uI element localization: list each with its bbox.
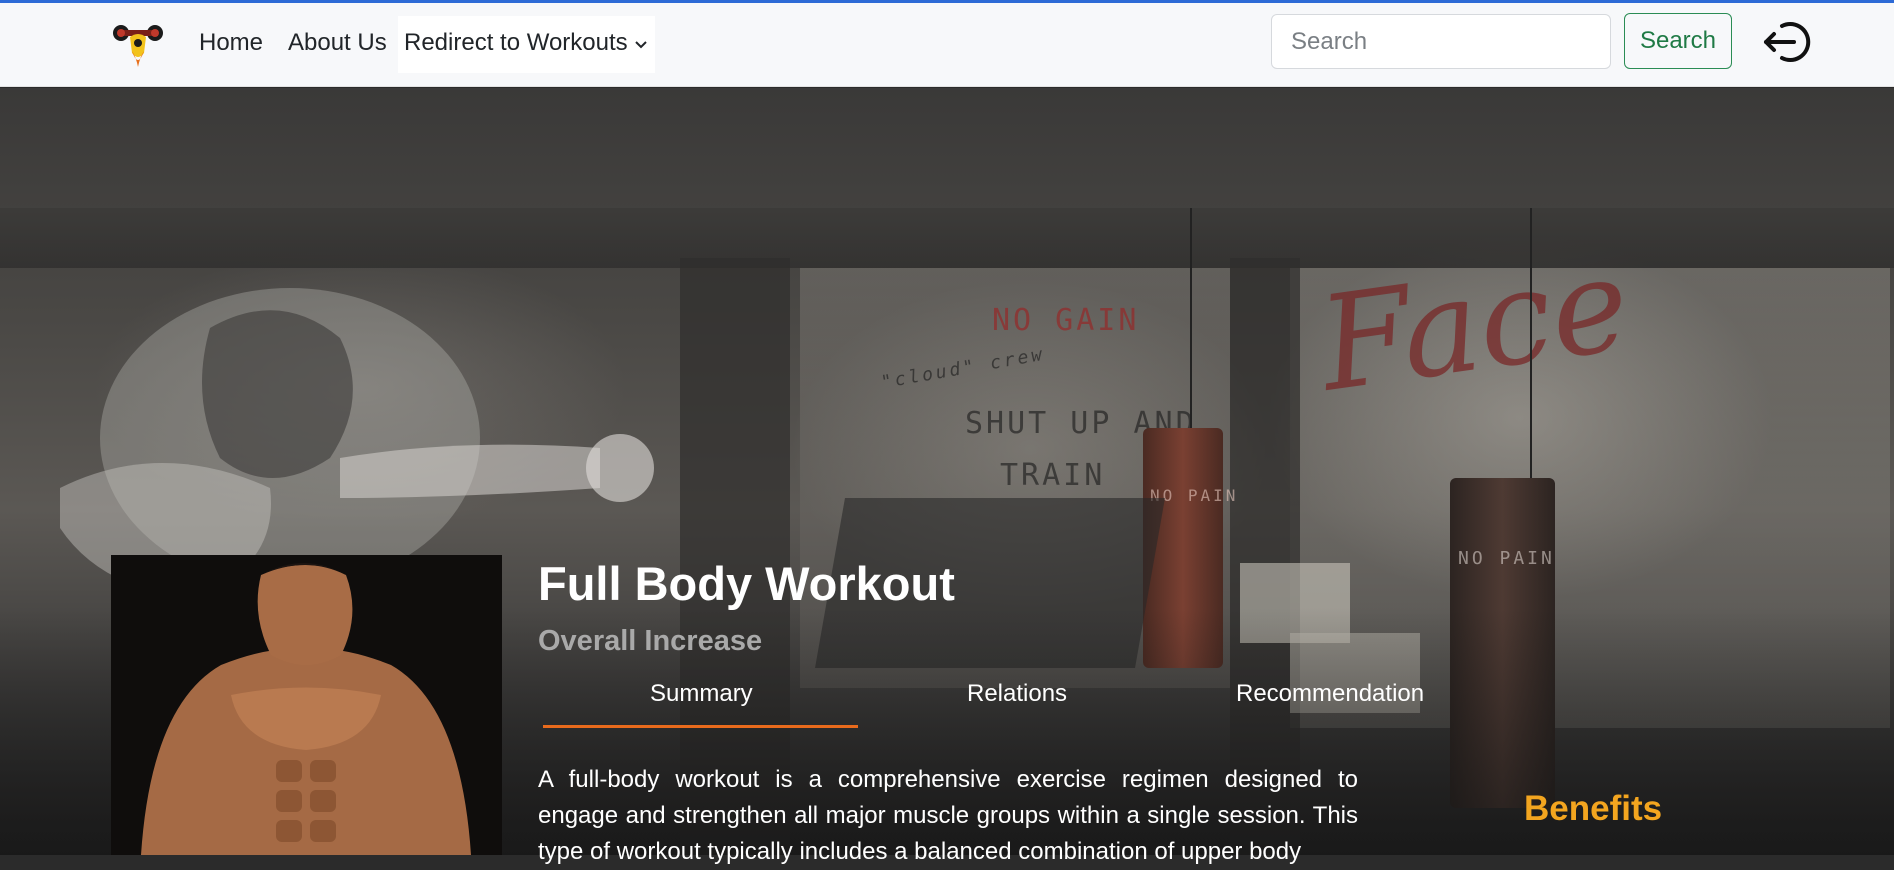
wall-text-train: TRAIN: [1000, 458, 1106, 493]
tab-relations[interactable]: Relations: [967, 680, 1067, 708]
workouts-dropdown-label: Redirect to Workouts: [404, 29, 628, 56]
benefits-heading: Benefits: [1524, 789, 1663, 828]
athlete-photo: [111, 555, 502, 855]
chevron-down-icon: [635, 41, 647, 49]
workout-subtitle: Overall Increase: [538, 625, 763, 657]
bag-label: NO PAIN: [1458, 548, 1555, 569]
nav-about-link[interactable]: About Us: [288, 29, 387, 57]
workouts-dropdown[interactable]: Redirect to Workouts: [398, 16, 655, 73]
wall-text-no-gain: NO GAIN: [992, 303, 1140, 338]
search-input[interactable]: [1271, 14, 1611, 69]
logout-icon[interactable]: [1762, 18, 1814, 66]
nav-home-link[interactable]: Home: [199, 29, 263, 57]
strongman-logo-icon[interactable]: [110, 17, 166, 73]
navbar: Home About Us Redirect to Workouts Searc…: [0, 3, 1894, 87]
active-tab-indicator: [543, 725, 858, 728]
tab-summary[interactable]: Summary: [650, 680, 753, 708]
tab-recommendation[interactable]: Recommendation: [1236, 680, 1424, 708]
workout-title: Full Body Workout: [538, 557, 955, 610]
search-button[interactable]: Search: [1624, 13, 1732, 69]
workout-description: A full-body workout is a comprehensive e…: [538, 766, 1358, 865]
